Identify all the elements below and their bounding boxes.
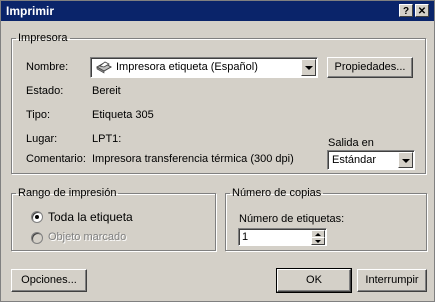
arrow-up-icon [315, 233, 321, 236]
output-value: Estándar [332, 154, 377, 166]
output-dropdown-button[interactable] [398, 152, 413, 168]
options-button[interactable]: Opciones... [11, 269, 87, 292]
radio-whole-label-text[interactable]: Toda la etiqueta [48, 210, 133, 224]
print-dialog: Imprimir ? ✕ Impresora Nombre: Impresora… [0, 0, 435, 302]
status-label: Estado: [26, 85, 64, 97]
location-value: LPT1: [92, 133, 122, 145]
printer-name-label: Nombre: [26, 61, 69, 73]
printer-icon [95, 60, 113, 77]
copies-input[interactable]: 1 [238, 228, 327, 246]
help-button[interactable]: ? [399, 4, 413, 17]
copies-legend: Número de copias [232, 187, 322, 199]
chevron-down-icon [402, 159, 410, 163]
printer-name-dropdown-button[interactable] [301, 59, 316, 76]
print-range-legend: Rango de impresión [18, 187, 117, 199]
printer-name-combo[interactable]: Impresora etiqueta (Español) [90, 57, 318, 78]
copies-value: 1 [242, 231, 249, 243]
comment-value: Impresora transferencia térmica (300 dpi… [92, 153, 294, 165]
location-label: Lugar: [26, 133, 58, 145]
title-bar: Imprimir ? ✕ [1, 1, 434, 21]
close-button[interactable]: ✕ [415, 4, 429, 17]
type-value: Etiqueta 305 [92, 109, 154, 121]
comment-label: Comentario: [26, 153, 86, 165]
arrow-down-icon [315, 240, 321, 243]
cancel-button[interactable]: Interrumpir [357, 269, 427, 292]
spin-down-button[interactable] [311, 237, 325, 245]
printer-name-value: Impresora etiqueta (Español) [116, 61, 258, 73]
properties-button[interactable]: Propiedades... [327, 57, 413, 78]
copies-label: Número de etiquetas: [239, 213, 345, 225]
window-title: Imprimir [6, 4, 55, 18]
copies-spinner[interactable] [311, 230, 325, 245]
output-label: Salida en [328, 137, 374, 149]
output-combo[interactable]: Estándar [327, 150, 415, 170]
printer-group-legend: Impresora [18, 32, 68, 44]
type-label: Tipo: [26, 109, 51, 121]
ok-button[interactable]: OK [276, 268, 352, 293]
chevron-down-icon [305, 66, 313, 70]
radio-selected-object-text: Objeto marcado [48, 231, 127, 243]
radio-whole-label[interactable] [31, 211, 43, 223]
status-value: Bereit [92, 85, 121, 97]
radio-selected-object [31, 232, 43, 244]
